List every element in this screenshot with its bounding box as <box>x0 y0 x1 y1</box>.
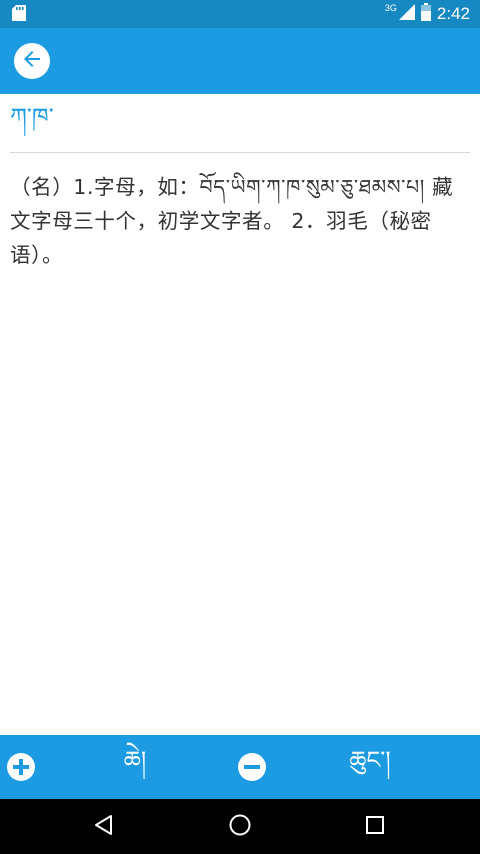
clock: 2:42 <box>436 4 470 23</box>
larger-text-button[interactable]: ཆེ། <box>110 735 160 799</box>
navigation-bar <box>0 799 480 854</box>
app-bar <box>0 28 480 94</box>
headword: ཀ་ཁ་ <box>10 103 54 131</box>
nav-recents-button[interactable] <box>345 799 405 854</box>
status-bar: 3G 2:42 <box>0 0 480 28</box>
entry-content: ཀ་ཁ་ （名）1.字母，如：བོད་ཡིག་ཀ་ཁ་སུམ་ཅུ་ཐམས་པ།… <box>0 94 480 735</box>
larger-text-label: ཆེ། <box>123 745 147 774</box>
definition-text: （名）1.字母，如：བོད་ཡིག་ཀ་ཁ་སུམ་ཅུ་ཐམས་པ། 藏文字母… <box>10 175 454 267</box>
signal-icon <box>398 4 415 24</box>
triangle-back-icon <box>93 814 115 840</box>
smaller-text-button[interactable]: ཆུང་། <box>340 735 400 799</box>
sd-card-icon <box>12 5 26 25</box>
bottom-toolbar: ཆེ། ཆུང་། <box>0 735 480 799</box>
circle-home-icon <box>228 813 252 841</box>
smaller-text-label: ཆུང་། <box>349 745 391 774</box>
zoom-in-button[interactable] <box>4 735 38 799</box>
nav-home-button[interactable] <box>210 799 270 854</box>
plus-circle-icon <box>7 753 35 781</box>
arrow-left-icon <box>20 47 44 75</box>
battery-icon <box>420 3 431 25</box>
minus-circle-icon <box>238 753 266 781</box>
square-recents-icon <box>364 814 386 840</box>
nav-back-button[interactable] <box>74 799 134 854</box>
divider <box>10 152 470 153</box>
zoom-out-button[interactable] <box>236 735 268 799</box>
network-type-label: 3G <box>384 3 397 13</box>
back-button[interactable] <box>14 43 50 79</box>
